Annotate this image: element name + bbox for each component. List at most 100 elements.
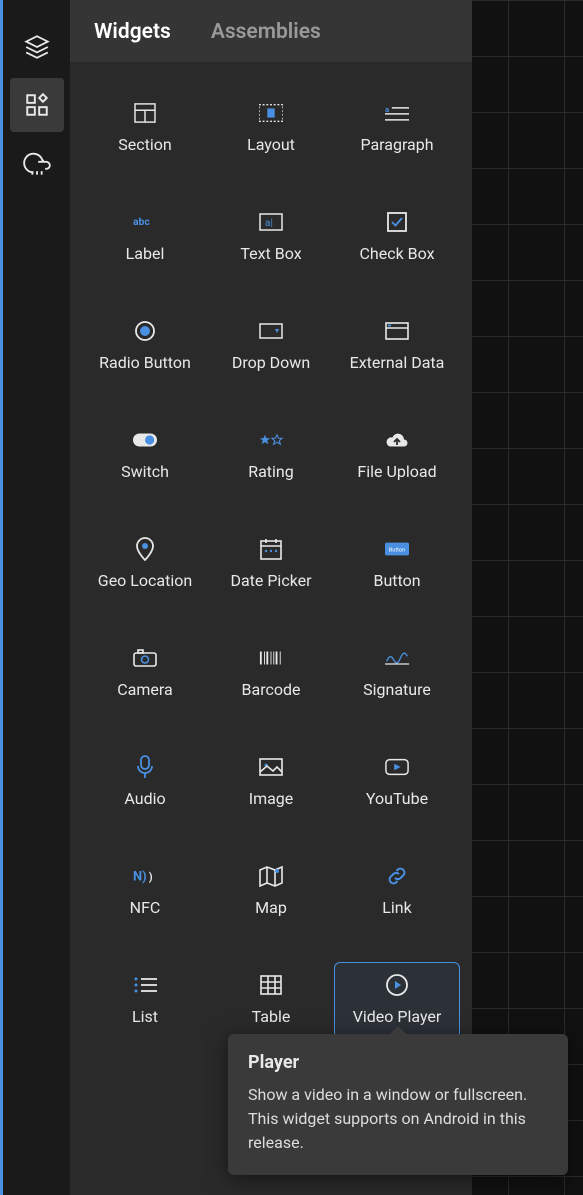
tooltip-body: Show a video in a window or fullscreen. … — [248, 1083, 548, 1155]
canvas-background — [472, 0, 583, 1195]
widget-label: Map — [255, 898, 287, 917]
svg-text:N): N) — [133, 870, 147, 884]
link-icon — [385, 864, 409, 888]
widget-label: Section — [118, 135, 171, 154]
rating-icon — [259, 428, 283, 452]
cloud-data-icon — [23, 149, 51, 177]
widget-externaldata[interactable]: External Data — [334, 308, 460, 385]
dropdown-icon — [259, 319, 283, 343]
radio-icon — [133, 319, 157, 343]
calendar-icon — [259, 537, 283, 561]
widget-link[interactable]: Link — [334, 853, 460, 930]
rail-widgets[interactable] — [10, 78, 64, 132]
widget-signature[interactable]: Signature — [334, 635, 460, 712]
map-pin-icon — [133, 537, 157, 561]
mic-icon — [133, 755, 157, 779]
widget-label: Video Player — [353, 1007, 442, 1026]
widget-label: Layout — [247, 135, 295, 154]
switch-icon — [133, 428, 157, 452]
widget-section[interactable]: Section — [82, 90, 208, 167]
widget-label: Paragraph — [360, 135, 433, 154]
nfc-icon: N)) — [133, 864, 157, 888]
widget-label: YouTube — [366, 789, 428, 808]
textbox-icon: a| — [259, 210, 283, 234]
layers-icon — [24, 34, 50, 60]
widget-label: Radio Button — [99, 353, 191, 372]
tabs: Widgets Assemblies — [70, 0, 472, 62]
external-data-icon — [385, 319, 409, 343]
widgets-grid-icon — [24, 92, 50, 118]
widget-label[interactable]: abc Label — [82, 199, 208, 276]
widget-map[interactable]: Map — [208, 853, 334, 930]
tooltip-title: Player — [248, 1052, 548, 1073]
play-circle-icon — [385, 973, 409, 997]
svg-text:abc: abc — [133, 215, 150, 228]
widget-label: Barcode — [242, 680, 301, 699]
youtube-icon — [385, 755, 409, 779]
widget-label: Camera — [117, 680, 172, 699]
tab-widgets[interactable]: Widgets — [94, 20, 171, 44]
widget-barcode[interactable]: Barcode — [208, 635, 334, 712]
camera-icon — [133, 646, 157, 670]
widget-label: External Data — [350, 353, 445, 372]
widget-radio[interactable]: Radio Button — [82, 308, 208, 385]
widget-paragraph[interactable]: a Paragraph — [334, 90, 460, 167]
widget-youtube[interactable]: YouTube — [334, 744, 460, 821]
widget-label: Geo Location — [98, 571, 192, 590]
widget-label: Rating — [248, 462, 294, 481]
widget-table[interactable]: Table — [208, 962, 334, 1039]
barcode-icon — [259, 646, 283, 670]
widget-rating[interactable]: Rating — [208, 417, 334, 494]
section-icon — [133, 101, 157, 125]
svg-text:a: a — [385, 105, 389, 114]
label-icon: abc — [133, 210, 157, 234]
widget-label: Button — [373, 571, 420, 590]
widget-label: Label — [126, 244, 165, 263]
checkbox-icon — [385, 210, 409, 234]
widget-tooltip: Player Show a video in a window or fulls… — [228, 1034, 568, 1175]
tab-assemblies[interactable]: Assemblies — [211, 20, 321, 44]
svg-text:): ) — [149, 871, 153, 884]
widget-label: Check Box — [359, 244, 434, 263]
rail-cloud[interactable] — [10, 136, 64, 190]
widget-audio[interactable]: Audio — [82, 744, 208, 821]
widget-label: List — [132, 1007, 158, 1026]
button-icon: Button — [385, 537, 409, 561]
widget-layout[interactable]: Layout — [208, 90, 334, 167]
widget-camera[interactable]: Camera — [82, 635, 208, 712]
widget-label: Switch — [121, 462, 169, 481]
widget-label: NFC — [130, 898, 161, 917]
upload-cloud-icon — [385, 428, 409, 452]
svg-text:a|: a| — [265, 218, 273, 229]
widget-datepicker[interactable]: Date Picker — [208, 526, 334, 603]
widget-grid: Section Layout a Paragraph abc Label a| … — [70, 62, 472, 1059]
paragraph-icon: a — [385, 101, 409, 125]
widget-label: Signature — [363, 680, 431, 699]
widget-label: File Upload — [357, 462, 436, 481]
widget-textbox[interactable]: a| Text Box — [208, 199, 334, 276]
image-icon — [259, 755, 283, 779]
widget-checkbox[interactable]: Check Box — [334, 199, 460, 276]
list-icon — [133, 973, 157, 997]
widget-fileupload[interactable]: File Upload — [334, 417, 460, 494]
widget-image[interactable]: Image — [208, 744, 334, 821]
widget-label: Audio — [124, 789, 165, 808]
widget-button[interactable]: Button Button — [334, 526, 460, 603]
widget-label: Table — [252, 1007, 291, 1026]
widget-switch[interactable]: Switch — [82, 417, 208, 494]
widget-label: Image — [249, 789, 294, 808]
widget-nfc[interactable]: N)) NFC — [82, 853, 208, 930]
widget-label: Drop Down — [232, 353, 310, 372]
table-icon — [259, 973, 283, 997]
map-icon — [259, 864, 283, 888]
rail-layers[interactable] — [10, 20, 64, 74]
widget-label: Link — [382, 898, 411, 917]
left-rail — [0, 0, 70, 1195]
layout-icon — [259, 101, 283, 125]
widget-label: Date Picker — [230, 571, 311, 590]
widget-geolocation[interactable]: Geo Location — [82, 526, 208, 603]
widget-list[interactable]: List — [82, 962, 208, 1039]
widget-dropdown[interactable]: Drop Down — [208, 308, 334, 385]
widget-label: Text Box — [240, 244, 301, 263]
svg-text:Button: Button — [389, 547, 405, 553]
